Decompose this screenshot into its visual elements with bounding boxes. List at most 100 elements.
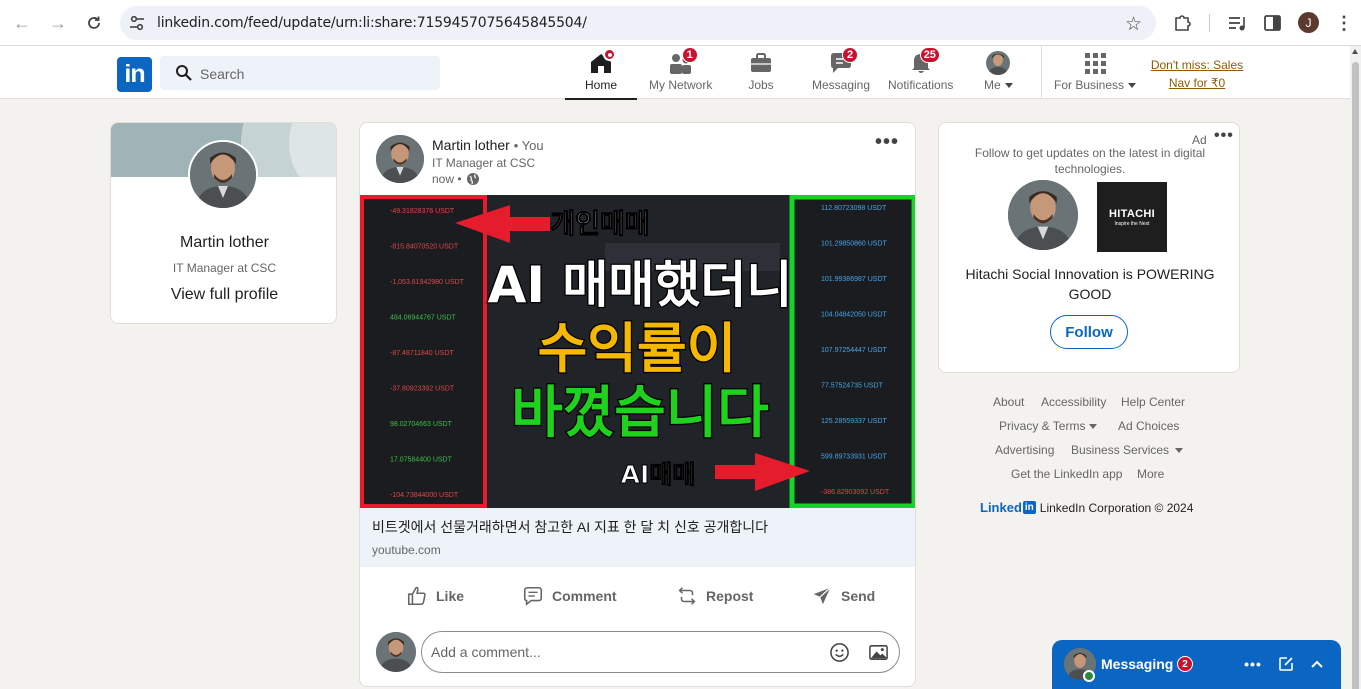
- nav-divider: [1041, 46, 1042, 99]
- bell-icon: 25: [908, 47, 940, 76]
- notifications-badge: 25: [919, 47, 940, 63]
- extensions-icon[interactable]: [1172, 12, 1194, 34]
- video-thumbnail[interactable]: -49.31828376 USDT -815.84070520 USDT -1,05…: [360, 195, 915, 508]
- like-button[interactable]: Like: [406, 583, 464, 609]
- linkedin-logo[interactable]: in: [117, 57, 152, 92]
- toolbar-divider: [1209, 14, 1210, 32]
- messaging-overlay[interactable]: Messaging 2 •••: [1052, 640, 1341, 689]
- thumb-left-value: -1,053.61942980 USDT: [390, 279, 465, 286]
- promo-line-2[interactable]: Nav for ₹0: [1147, 74, 1247, 92]
- thumb-right-value: 104.04842050 USDT: [821, 312, 887, 319]
- thumbs-up-icon: [407, 586, 426, 606]
- forward-icon[interactable]: →: [46, 11, 70, 35]
- link-preview-title[interactable]: 비트겟에서 선물거래하면서 참고한 AI 지표 한 달 치 신호 공개합니다: [372, 517, 768, 537]
- browser-menu-icon[interactable]: ⋮: [1332, 11, 1356, 35]
- business-services-text[interactable]: Business Services: [1071, 443, 1169, 457]
- footer-business-services[interactable]: Business Services: [1071, 443, 1184, 457]
- profile-photo[interactable]: [188, 140, 258, 210]
- privacy-terms-text[interactable]: Privacy & Terms: [999, 419, 1085, 433]
- bookmark-star-icon[interactable]: ☆: [1125, 13, 1142, 36]
- thumb-headline-3: 바꼈습니다: [511, 381, 769, 446]
- footer-privacy-terms[interactable]: Privacy & Terms: [999, 419, 1098, 433]
- nav-home-label: Home: [585, 78, 618, 92]
- nav-jobs-label: Jobs: [748, 78, 774, 92]
- media-controls-icon[interactable]: [1226, 12, 1248, 34]
- footer-help-center[interactable]: Help Center: [1121, 395, 1185, 409]
- page-scrollbar[interactable]: [1350, 46, 1361, 689]
- messaging-title[interactable]: Messaging: [1101, 656, 1173, 672]
- footer-more[interactable]: More: [1137, 467, 1164, 481]
- hitachi-logo[interactable]: HITACHI Inspire the Next: [1097, 182, 1167, 252]
- thumb-bottom-tag: AI매매: [621, 460, 696, 489]
- footer-get-app[interactable]: Get the LinkedIn app: [1011, 467, 1122, 481]
- follow-button[interactable]: Follow: [1050, 315, 1128, 349]
- comment-button[interactable]: Comment: [522, 583, 617, 609]
- hitachi-logo-text: HITACHI: [1109, 207, 1155, 220]
- link-preview[interactable]: 비트겟에서 선물거래하면서 참고한 AI 지표 한 달 치 신호 공개합니다 y…: [360, 508, 915, 567]
- scrollbar-thumb[interactable]: [1352, 62, 1359, 689]
- nav-my-network[interactable]: 1 My Network: [649, 47, 712, 98]
- post-time-text: now •: [432, 172, 462, 186]
- comment-input[interactable]: Add a comment...: [421, 631, 900, 673]
- repost-icon: [678, 587, 696, 605]
- nav-home[interactable]: Home: [564, 48, 638, 100]
- thumb-right-value: 599.89733931 USDT: [821, 454, 887, 461]
- footer-accessibility[interactable]: Accessibility: [1041, 395, 1106, 409]
- send-icon: [813, 587, 831, 605]
- post-more-options-icon[interactable]: •••: [875, 131, 899, 154]
- briefcase-icon: [748, 50, 774, 76]
- emoji-icon[interactable]: [829, 642, 850, 663]
- footer-advertising[interactable]: Advertising: [995, 443, 1054, 457]
- comment-avatar[interactable]: [376, 632, 416, 672]
- footer-about[interactable]: About: [993, 395, 1024, 409]
- url-text[interactable]: linkedin.com/feed/update/urn:li:share:71…: [157, 15, 587, 31]
- send-label: Send: [841, 588, 876, 604]
- chevron-up-icon[interactable]: [1307, 654, 1327, 674]
- post-card: Martin lother • You IT Manager at CSC no…: [359, 122, 916, 687]
- back-icon[interactable]: ←: [10, 11, 34, 35]
- thumb-right-value: 101.29850860 USDT: [821, 241, 887, 248]
- nav-for-business-label: For Business: [1054, 78, 1137, 92]
- nav-notifications-label: Notifications: [888, 78, 954, 92]
- author-name-text[interactable]: Martin lother: [432, 137, 510, 153]
- nav-me-label: Me: [984, 78, 1013, 92]
- thumb-left-value: -104.73844000 USDT: [390, 492, 459, 499]
- footer-ad-choices[interactable]: Ad Choices: [1118, 419, 1179, 433]
- thumb-headline-2: 수익률이: [538, 317, 737, 380]
- side-panel-icon[interactable]: [1262, 12, 1284, 34]
- repost-button[interactable]: Repost: [676, 583, 753, 609]
- nav-jobs[interactable]: Jobs: [748, 50, 774, 98]
- image-icon[interactable]: [868, 642, 889, 663]
- home-icon: [588, 48, 616, 76]
- footer-brand-word: Linked: [980, 500, 1022, 515]
- scroll-up-icon[interactable]: [1352, 49, 1358, 54]
- profile-card: Martin lother IT Manager at CSC View ful…: [110, 122, 337, 324]
- reload-icon[interactable]: [82, 11, 106, 35]
- nav-notifications[interactable]: 25 Notifications: [888, 47, 954, 98]
- business-dropdown-icon: [1128, 83, 1137, 89]
- nav-me[interactable]: Me: [984, 50, 1013, 98]
- messaging-more-icon[interactable]: •••: [1243, 654, 1263, 674]
- thumb-right-value: 107.97254447 USDT: [821, 347, 887, 354]
- thumb-left-value: 17.07584400 USDT: [390, 457, 453, 464]
- send-button[interactable]: Send: [811, 583, 875, 609]
- promo-line-1[interactable]: Don't miss: Sales: [1147, 56, 1247, 74]
- view-full-profile-link[interactable]: View full profile: [111, 286, 336, 304]
- browser-toolbar: ← → linkedin.com/feed/update/urn:li:shar…: [0, 0, 1361, 46]
- search-input[interactable]: Search: [160, 56, 440, 90]
- site-settings-icon[interactable]: [128, 14, 146, 32]
- ad-more-options-icon[interactable]: •••: [1214, 127, 1234, 145]
- browser-profile-avatar[interactable]: J: [1298, 12, 1319, 33]
- thumbnail-graphic: -49.31828376 USDT -815.84070520 USDT -1,05…: [360, 195, 915, 508]
- profile-name[interactable]: Martin lother: [111, 234, 336, 252]
- ad-headline[interactable]: Hitachi Social Innovation is POWERING GO…: [949, 264, 1231, 304]
- home-notification-dot: [603, 48, 616, 61]
- messaging-icon: 2: [828, 47, 859, 76]
- address-bar[interactable]: linkedin.com/feed/update/urn:li:share:71…: [120, 6, 1156, 40]
- nav-messaging[interactable]: 2 Messaging: [812, 47, 870, 98]
- compose-icon[interactable]: [1276, 654, 1296, 674]
- sales-nav-promo-link[interactable]: Don't miss: Sales Nav for ₹0: [1147, 56, 1247, 92]
- post-author-name[interactable]: Martin lother • You: [432, 137, 544, 153]
- nav-for-business[interactable]: For Business: [1054, 50, 1137, 98]
- post-author-avatar[interactable]: [376, 135, 424, 183]
